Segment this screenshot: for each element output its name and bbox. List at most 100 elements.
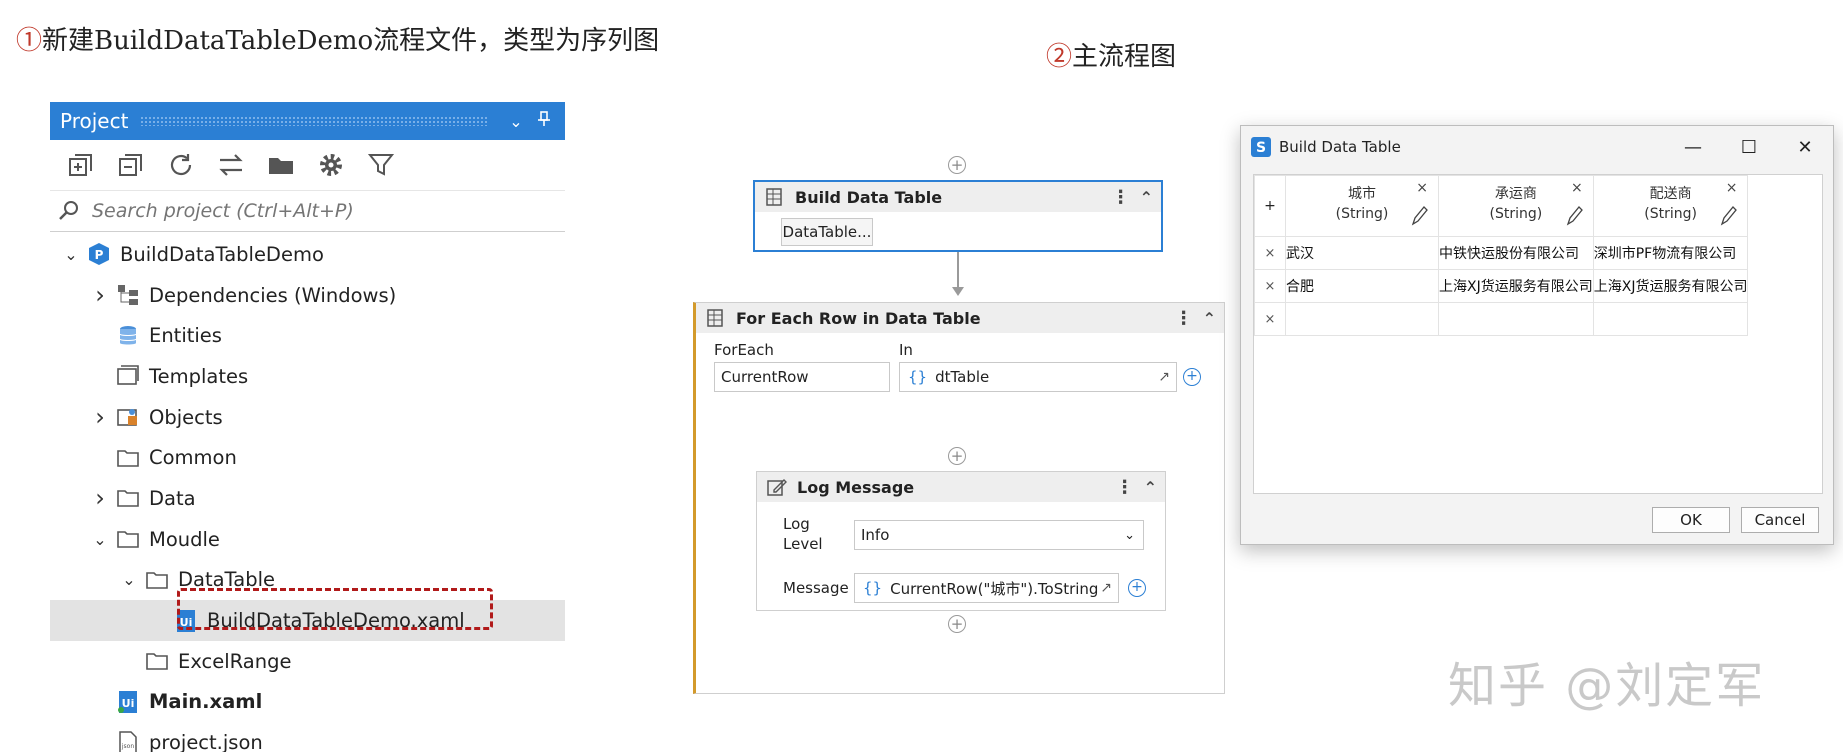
column-header[interactable]: 城市(String)× — [1286, 176, 1439, 237]
chevron-down-icon: ⌄ — [1124, 528, 1135, 543]
highlight-box — [177, 588, 493, 630]
step1-caption: ①新建BuildDataTableDemo流程文件，类型为序列图 — [16, 20, 659, 57]
tree-item-templates[interactable]: Templates — [50, 356, 565, 397]
tree-item-moudle[interactable]: ⌄Moudle — [50, 519, 565, 560]
log-message-activity[interactable]: Log Message ⋮ ⌃ Log Level Info ⌄ Message… — [756, 471, 1166, 611]
collapse-all-icon[interactable] — [114, 148, 148, 182]
collapse-icon[interactable]: ⌃ — [1203, 309, 1216, 328]
table-cell[interactable]: 上海XJ货运服务有限公司 — [1439, 270, 1594, 303]
filter-icon[interactable] — [364, 148, 398, 182]
more-options-icon[interactable]: ⋮ — [1116, 477, 1134, 498]
remove-row-icon[interactable]: × — [1255, 270, 1286, 303]
table-cell[interactable]: 合肥 — [1286, 270, 1439, 303]
tree-item-entities[interactable]: Entities — [50, 315, 565, 356]
foreach-variable-field[interactable]: CurrentRow — [714, 362, 890, 392]
folder-icon — [113, 443, 143, 473]
edit-column-icon[interactable] — [1719, 204, 1737, 230]
log-level-dropdown[interactable]: Info ⌄ — [854, 520, 1144, 550]
table-row: × — [1255, 303, 1748, 336]
settings-icon[interactable] — [314, 148, 348, 182]
minimize-icon[interactable]: — — [1665, 137, 1721, 158]
pin-icon[interactable] — [533, 111, 555, 131]
edit-column-icon[interactable] — [1565, 204, 1583, 230]
for-each-row-title: For Each Row in Data Table — [736, 309, 981, 328]
expand-editor-icon[interactable]: ↗ — [1100, 580, 1112, 596]
tree-item-label: Entities — [149, 324, 222, 347]
tree-item-common[interactable]: Common — [50, 437, 565, 478]
chevron-right-icon[interactable]: › — [87, 484, 113, 512]
ok-button[interactable]: OK — [1652, 507, 1730, 533]
column-header[interactable]: 承运商(String)× — [1439, 176, 1594, 237]
tree-item-data[interactable]: ›Data — [50, 478, 565, 519]
step1-number: ① — [16, 26, 42, 56]
chevron-down-icon[interactable]: ⌄ — [58, 245, 84, 264]
tree-item-dependencies-windows[interactable]: ›Dependencies (Windows) — [50, 275, 565, 316]
svg-text:P: P — [95, 248, 104, 262]
expand-all-icon[interactable] — [64, 148, 98, 182]
message-field[interactable]: {} CurrentRow("城市").ToString ↗ — [854, 573, 1119, 603]
data-table: + 城市(String)×承运商(String)×配送商(String)× ×武… — [1254, 175, 1748, 336]
chevron-down-icon[interactable]: ⌄ — [505, 112, 527, 131]
svg-text:json: json — [121, 743, 134, 750]
tree-item-label: Objects — [149, 406, 223, 429]
chevron-down-icon[interactable]: ⌄ — [87, 530, 113, 549]
tree-item-label: Templates — [149, 365, 248, 388]
remove-column-icon[interactable]: × — [1726, 180, 1738, 196]
tree-item-project-json[interactable]: jsonproject.json — [50, 722, 565, 752]
expression-icon: {} — [908, 368, 927, 386]
table-cell[interactable]: 武汉 — [1286, 237, 1439, 270]
log-level-label-2: Level — [783, 535, 823, 553]
project-panel-header: Project ⌄ — [50, 102, 565, 140]
column-name: 城市 — [1286, 184, 1438, 204]
remove-column-icon[interactable]: × — [1571, 180, 1583, 196]
for-each-row-activity[interactable]: For Each Row in Data Table ⋮ ⌃ ForEach I… — [693, 302, 1225, 694]
add-argument-icon[interactable]: + — [1128, 579, 1146, 597]
table-cell[interactable]: 深圳市PF物流有限公司 — [1593, 237, 1748, 270]
chevron-right-icon[interactable]: › — [87, 281, 113, 309]
tree-item-excelrange[interactable]: ExcelRange — [50, 641, 565, 682]
chevron-down-icon[interactable]: ⌄ — [116, 570, 142, 589]
table-cell[interactable]: 上海XJ货运服务有限公司 — [1593, 270, 1748, 303]
add-column-icon[interactable]: + — [1255, 176, 1286, 237]
edit-column-icon[interactable] — [1410, 204, 1428, 230]
search-input[interactable] — [90, 199, 534, 223]
tree-item-objects[interactable]: › Objects — [50, 397, 565, 438]
tree-item-builddatatabledemo[interactable]: ⌄PBuildDataTableDemo — [50, 234, 565, 275]
cancel-button[interactable]: Cancel — [1741, 507, 1819, 533]
more-options-icon[interactable]: ⋮ — [1175, 308, 1193, 329]
json-file-icon: json — [113, 728, 143, 752]
build-data-table-activity[interactable]: Build Data Table ⋮ ⌃ DataTable... — [753, 180, 1163, 252]
objects-icon — [113, 402, 143, 432]
refresh-icon[interactable] — [164, 148, 198, 182]
table-cell[interactable]: 中铁快运股份有限公司 — [1439, 237, 1594, 270]
sync-icon[interactable] — [214, 148, 248, 182]
chevron-right-icon[interactable]: › — [87, 403, 113, 431]
table-cell[interactable] — [1593, 303, 1748, 336]
table-row: ×武汉中铁快运股份有限公司深圳市PF物流有限公司 — [1255, 237, 1748, 270]
table-body: ×武汉中铁快运股份有限公司深圳市PF物流有限公司×合肥上海XJ货运服务有限公司上… — [1255, 237, 1748, 336]
dialog-titlebar: S Build Data Table — ☐ ✕ — [1241, 126, 1833, 168]
table-cell[interactable] — [1286, 303, 1439, 336]
add-activity-icon[interactable]: + — [948, 447, 966, 465]
more-options-icon[interactable]: ⋮ — [1112, 187, 1130, 208]
collapse-icon[interactable]: ⌃ — [1140, 188, 1153, 207]
column-header[interactable]: 配送商(String)× — [1593, 176, 1748, 237]
remove-column-icon[interactable]: × — [1416, 180, 1428, 196]
maximize-icon[interactable]: ☐ — [1721, 137, 1777, 158]
log-level-value: Info — [861, 526, 889, 544]
remove-row-icon[interactable]: × — [1255, 303, 1286, 336]
add-activity-icon[interactable]: + — [948, 615, 966, 633]
folder-icon[interactable] — [264, 148, 298, 182]
close-icon[interactable]: ✕ — [1777, 137, 1833, 158]
expand-editor-icon[interactable]: ↗ — [1158, 369, 1170, 385]
collapse-icon[interactable]: ⌃ — [1144, 478, 1157, 497]
tree-item-main-xaml[interactable]: UiMain.xaml — [50, 682, 565, 723]
datatable-button[interactable]: DataTable... — [781, 218, 873, 246]
in-datatable-field[interactable]: {} dtTable ↗ — [899, 362, 1177, 392]
add-activity-icon[interactable]: + — [948, 156, 966, 174]
table-cell[interactable] — [1439, 303, 1594, 336]
panel-drag-grip[interactable] — [140, 116, 487, 126]
remove-row-icon[interactable]: × — [1255, 237, 1286, 270]
add-argument-icon[interactable]: + — [1183, 368, 1201, 386]
database-icon — [113, 321, 143, 351]
